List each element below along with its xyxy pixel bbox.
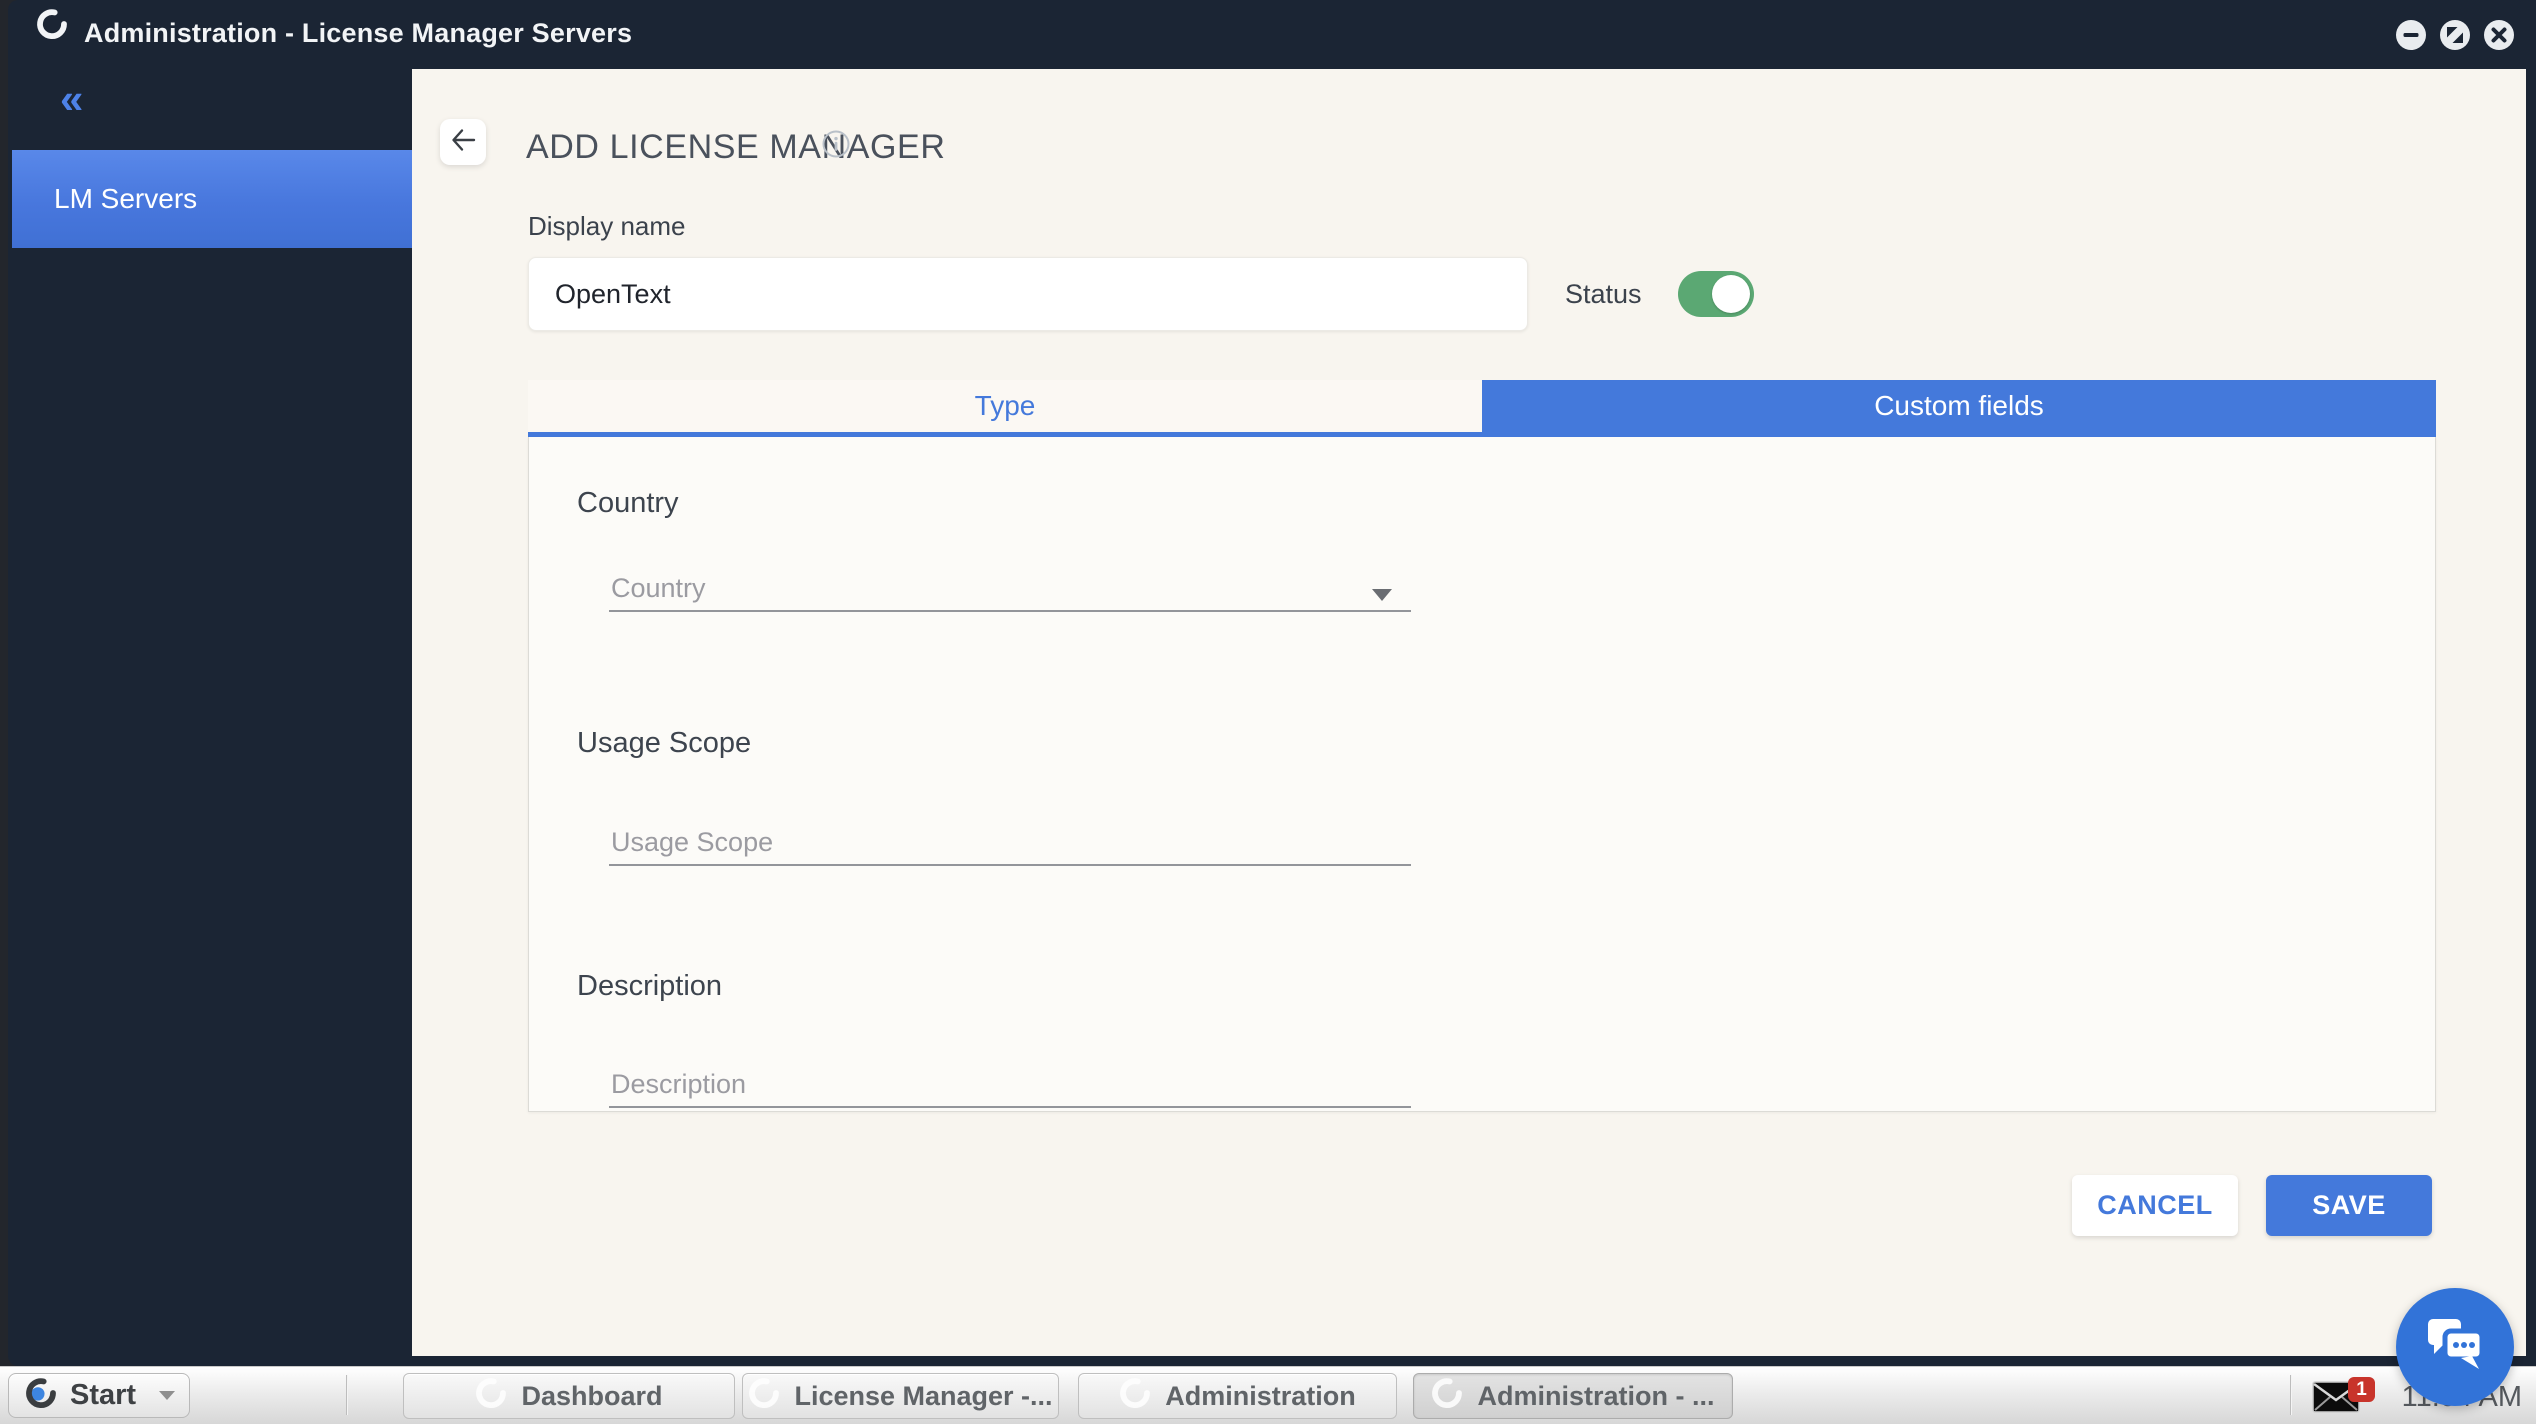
start-label: Start [70, 1379, 136, 1412]
tray-separator [2290, 1375, 2292, 1415]
back-button[interactable] [440, 119, 486, 165]
window-controls [2396, 20, 2514, 50]
taskbar-item-label: License Manager -... [794, 1381, 1052, 1412]
mail-badge: 1 [2348, 1377, 2375, 1402]
sidebar-item-label: LM Servers [12, 183, 197, 215]
main-content: ADD LICENSE MANAGER Display name Status … [412, 69, 2526, 1356]
start-caret-icon [159, 1391, 175, 1400]
country-dropdown[interactable] [609, 566, 1411, 612]
display-name-input[interactable] [528, 257, 1528, 331]
toggle-knob [1712, 275, 1750, 313]
chat-fab-button[interactable] [2396, 1288, 2514, 1406]
status-toggle[interactable] [1678, 271, 1754, 317]
taskbar-item-label: Administration [1165, 1381, 1356, 1412]
tab-type[interactable]: Type [528, 380, 1482, 432]
chat-bubbles-icon [2423, 1316, 2487, 1379]
display-name-label: Display name [528, 211, 686, 242]
app-logo-icon [1119, 1377, 1151, 1416]
taskbar-separator [346, 1375, 348, 1415]
app-logo-icon [475, 1377, 507, 1416]
sidebar-item-lm-servers[interactable]: LM Servers [12, 150, 412, 248]
maximize-icon[interactable] [2440, 20, 2470, 50]
custom-fields-panel: Country Usage Scope Description [528, 437, 2436, 1112]
page-title: ADD LICENSE MANAGER [526, 127, 945, 167]
status-label: Status [1565, 279, 1642, 310]
description-label: Description [577, 970, 722, 1003]
window-title: Administration - License Manager Servers [84, 18, 632, 49]
taskbar: Start Dashboard License Manager -... Adm… [0, 1366, 2536, 1424]
taskbar-item-label: Administration - ... [1477, 1381, 1714, 1412]
app-logo-icon [748, 1377, 780, 1416]
save-button[interactable]: SAVE [2266, 1175, 2432, 1236]
taskbar-item-dashboard[interactable]: Dashboard [403, 1373, 735, 1419]
close-icon[interactable] [2484, 20, 2514, 50]
info-icon[interactable] [822, 130, 850, 158]
taskbar-item-license-manager[interactable]: License Manager -... [742, 1373, 1059, 1419]
taskbar-item-administration-active[interactable]: Administration - ... [1413, 1373, 1733, 1419]
usage-scope-label: Usage Scope [577, 727, 751, 760]
tab-custom-fields[interactable]: Custom fields [1482, 380, 2436, 432]
taskbar-item-label: Dashboard [521, 1381, 662, 1412]
usage-scope-input[interactable] [609, 820, 1411, 866]
start-button[interactable]: Start [8, 1373, 190, 1418]
tab-bar: Type Custom fields [528, 380, 2436, 437]
minimize-icon[interactable] [2396, 20, 2426, 50]
back-arrow-icon [449, 126, 477, 159]
cancel-button[interactable]: CANCEL [2072, 1175, 2238, 1236]
start-logo-icon [25, 1377, 57, 1414]
sidebar-collapse-button[interactable]: « [60, 78, 83, 120]
app-window: Administration - License Manager Servers… [8, 0, 2536, 1366]
app-logo-icon [36, 8, 68, 40]
app-logo-icon [1431, 1377, 1463, 1416]
chevron-down-icon[interactable] [1372, 589, 1392, 601]
taskbar-item-administration[interactable]: Administration [1078, 1373, 1397, 1419]
description-input[interactable] [609, 1062, 1411, 1108]
country-label: Country [577, 487, 679, 520]
